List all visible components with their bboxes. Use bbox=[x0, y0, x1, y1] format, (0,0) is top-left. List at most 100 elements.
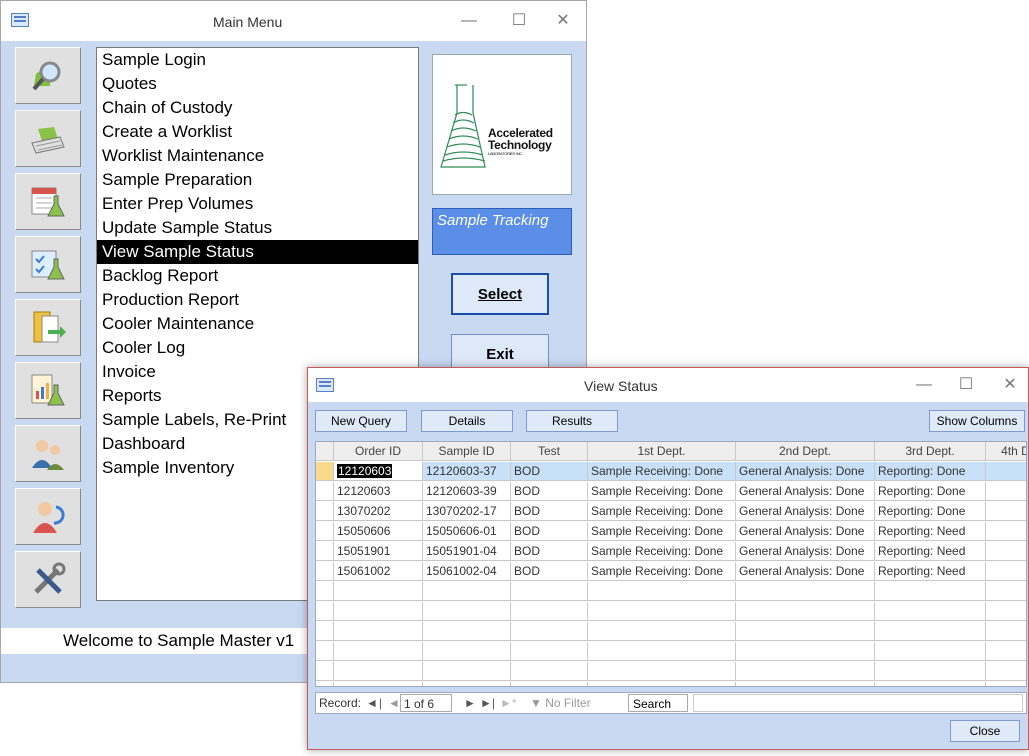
record-position-field[interactable]: 1 of 6 bbox=[400, 694, 452, 712]
new-record-button[interactable]: ►* bbox=[500, 696, 517, 710]
table-cell[interactable] bbox=[511, 622, 588, 641]
menu-item[interactable]: Sample Login bbox=[97, 48, 418, 72]
menu-item[interactable]: Cooler Log bbox=[97, 336, 418, 360]
table-cell[interactable] bbox=[986, 482, 1026, 501]
table-row[interactable]: 15050606 15050606-01 BOD Sample Receiving: … bbox=[316, 522, 1026, 541]
active-cell-text[interactable]: 12120603 bbox=[337, 464, 393, 478]
table-cell[interactable]: 15051901 bbox=[334, 542, 423, 561]
table-cell[interactable]: 15061002 bbox=[334, 562, 423, 581]
table-cell[interactable]: General Analysis: Done bbox=[736, 562, 875, 581]
table-row[interactable]: 12120603 12120603-39 BOD Sample Receiving: … bbox=[316, 482, 1026, 501]
details-button[interactable]: Details bbox=[421, 410, 513, 432]
table-cell[interactable]: General Analysis: Done bbox=[736, 482, 875, 501]
table-row[interactable]: 12120603 12120603-37 BOD Sample Receiving: … bbox=[316, 462, 1026, 481]
table-cell[interactable] bbox=[986, 502, 1026, 521]
menu-item[interactable]: Update Sample Status bbox=[97, 216, 418, 240]
empty-row[interactable] bbox=[316, 582, 1026, 601]
table-cell[interactable] bbox=[588, 582, 736, 601]
status-icon-button[interactable] bbox=[15, 236, 81, 293]
menu-item[interactable]: Chain of Custody bbox=[97, 96, 418, 120]
table-cell[interactable] bbox=[511, 642, 588, 661]
table-cell[interactable] bbox=[588, 662, 736, 681]
preparation-icon-button[interactable] bbox=[15, 173, 81, 230]
table-cell[interactable] bbox=[736, 582, 875, 601]
table-cell[interactable]: Reporting: Done bbox=[875, 462, 986, 481]
table-cell[interactable] bbox=[334, 622, 423, 641]
table-cell[interactable] bbox=[334, 602, 423, 621]
table-cell[interactable] bbox=[875, 662, 986, 681]
table-cell[interactable]: BOD bbox=[511, 522, 588, 541]
select-button[interactable]: Select bbox=[451, 273, 549, 315]
table-cell[interactable] bbox=[588, 602, 736, 621]
menu-item[interactable]: View Sample Status bbox=[97, 240, 418, 264]
table-cell[interactable]: General Analysis: Done bbox=[736, 522, 875, 541]
table-cell[interactable]: Reporting: Done bbox=[875, 502, 986, 521]
column-header[interactable]: Test bbox=[511, 442, 588, 461]
sample-login-icon-button[interactable] bbox=[15, 47, 81, 104]
table-cell[interactable] bbox=[986, 662, 1026, 681]
row-selector[interactable] bbox=[316, 642, 334, 661]
maximize-button[interactable]: ☐ bbox=[956, 376, 976, 394]
row-selector[interactable] bbox=[316, 562, 334, 581]
row-selector[interactable] bbox=[316, 662, 334, 681]
worklist-icon-button[interactable] bbox=[15, 110, 81, 167]
table-cell[interactable]: BOD bbox=[511, 462, 588, 481]
row-selector[interactable] bbox=[316, 502, 334, 521]
table-cell[interactable] bbox=[588, 642, 736, 661]
new-query-button[interactable]: New Query bbox=[315, 410, 407, 432]
results-button[interactable]: Results bbox=[526, 410, 618, 432]
table-cell[interactable] bbox=[875, 682, 986, 686]
users-icon-button[interactable] bbox=[15, 425, 81, 482]
row-selector[interactable] bbox=[316, 542, 334, 561]
table-cell[interactable]: Reporting: Done bbox=[875, 482, 986, 501]
table-cell[interactable]: 12120603-37 bbox=[423, 462, 511, 481]
table-cell[interactable] bbox=[423, 582, 511, 601]
table-cell[interactable]: Sample Receiving: Done bbox=[588, 462, 736, 481]
dashboard-icon-button[interactable] bbox=[15, 488, 81, 545]
menu-item[interactable]: Backlog Report bbox=[97, 264, 418, 288]
table-cell[interactable]: BOD bbox=[511, 502, 588, 521]
table-cell[interactable] bbox=[736, 662, 875, 681]
column-header[interactable]: Order ID bbox=[334, 442, 423, 461]
table-row[interactable]: 15061002 15061002-04 BOD Sample Receiving: … bbox=[316, 562, 1026, 581]
table-cell[interactable] bbox=[875, 642, 986, 661]
table-cell[interactable]: General Analysis: Done bbox=[736, 502, 875, 521]
menu-item[interactable]: Quotes bbox=[97, 72, 418, 96]
table-cell[interactable] bbox=[986, 542, 1026, 561]
empty-row[interactable] bbox=[316, 682, 1026, 686]
table-cell[interactable] bbox=[736, 642, 875, 661]
table-cell[interactable] bbox=[986, 462, 1026, 481]
table-cell[interactable] bbox=[511, 662, 588, 681]
show-columns-button[interactable]: Show Columns bbox=[929, 410, 1025, 432]
menu-item[interactable]: Production Report bbox=[97, 288, 418, 312]
table-cell[interactable] bbox=[511, 582, 588, 601]
no-filter-button[interactable]: ▼ No Filter bbox=[530, 696, 591, 710]
settings-icon-button[interactable] bbox=[15, 551, 81, 608]
table-cell[interactable]: 15051901-04 bbox=[423, 542, 511, 561]
previous-record-button[interactable]: ◄ bbox=[388, 696, 400, 710]
menu-item[interactable]: Enter Prep Volumes bbox=[97, 192, 418, 216]
table-cell[interactable]: 15050606 bbox=[334, 522, 423, 541]
empty-row[interactable] bbox=[316, 622, 1026, 641]
next-record-button[interactable]: ► bbox=[464, 696, 476, 710]
table-cell[interactable] bbox=[736, 602, 875, 621]
table-cell[interactable]: Reporting: Need bbox=[875, 522, 986, 541]
table-cell[interactable] bbox=[511, 602, 588, 621]
table-cell[interactable] bbox=[986, 522, 1026, 541]
table-row[interactable]: 13070202 13070202-17 BOD Sample Receiving: … bbox=[316, 502, 1026, 521]
table-cell[interactable] bbox=[334, 582, 423, 601]
table-cell[interactable] bbox=[423, 682, 511, 686]
table-row[interactable]: 15051901 15051901-04 BOD Sample Receiving: … bbox=[316, 542, 1026, 561]
column-header[interactable]: 2nd Dept. bbox=[736, 442, 875, 461]
empty-row[interactable] bbox=[316, 602, 1026, 621]
column-header[interactable]: 1st Dept. bbox=[588, 442, 736, 461]
table-cell[interactable]: BOD bbox=[511, 562, 588, 581]
table-cell[interactable]: Sample Receiving: Done bbox=[588, 502, 736, 521]
table-cell[interactable] bbox=[423, 662, 511, 681]
table-cell[interactable] bbox=[986, 562, 1026, 581]
row-selector[interactable] bbox=[316, 582, 334, 601]
row-selector[interactable] bbox=[316, 682, 334, 686]
table-cell[interactable]: Sample Receiving: Done bbox=[588, 482, 736, 501]
horizontal-scrollbar[interactable] bbox=[693, 694, 1023, 712]
row-selector[interactable] bbox=[316, 522, 334, 541]
